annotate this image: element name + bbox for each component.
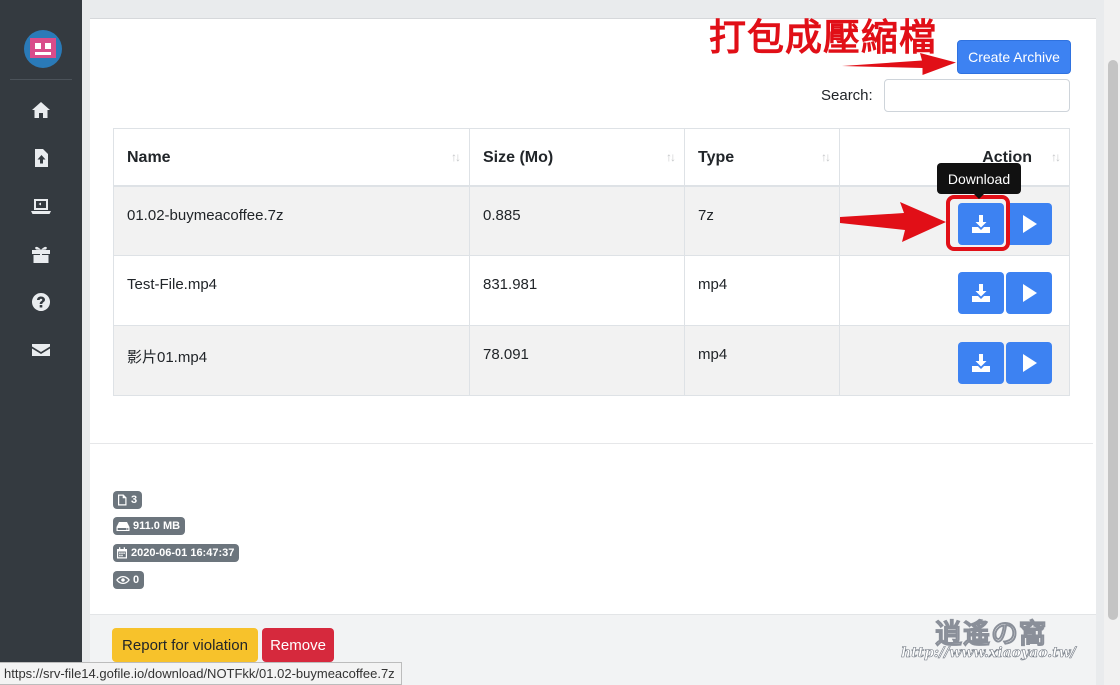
play-button[interactable]: [1006, 272, 1052, 314]
play-icon: [1023, 284, 1037, 302]
file-size: 831.981: [469, 255, 685, 326]
play-button[interactable]: [1006, 342, 1052, 384]
watermark: 逍遙の窩 http://www.xiaoyao.tw/: [901, 619, 1076, 662]
action-cell: [839, 255, 1070, 326]
report-violation-button[interactable]: Report for violation: [112, 628, 258, 662]
annotation-arrow-archive: [842, 53, 956, 75]
file-name: 影片01.mp4: [113, 325, 470, 396]
col-header-size[interactable]: Size (Mo) ↑↓: [469, 128, 685, 187]
col-header-name[interactable]: Name ↑↓: [113, 128, 470, 187]
file-count-badge: 3: [113, 491, 143, 509]
download-button[interactable]: [958, 342, 1004, 384]
table-header-row: Name ↑↓ Size (Mo) ↑↓ Type ↑↓ Action ↑↓: [113, 128, 1070, 187]
file-upload-icon[interactable]: [30, 147, 52, 169]
home-icon[interactable]: [30, 99, 52, 121]
search-label: Search:: [821, 87, 873, 104]
file-type: 7z: [684, 185, 840, 256]
sort-icon[interactable]: ↑↓: [1051, 150, 1061, 164]
views-badge: 0: [113, 571, 145, 589]
file-size: 0.885: [469, 185, 685, 256]
file-type: mp4: [684, 325, 840, 396]
file-name: 01.02-buymeacoffee.7z: [113, 185, 470, 256]
search-input[interactable]: [884, 79, 1070, 112]
table-row: 影片01.mp4 78.091 mp4: [113, 325, 1070, 396]
sidebar: [0, 0, 82, 685]
date-badge: 2020-06-01 16:47:37: [113, 544, 240, 562]
download-highlight-box: [946, 195, 1010, 251]
download-icon: [972, 284, 990, 302]
calendar-icon: [117, 547, 127, 559]
col-header-type[interactable]: Type ↑↓: [684, 128, 840, 187]
table-row: Test-File.mp4 831.981 mp4: [113, 255, 1070, 326]
question-circle-icon[interactable]: [30, 291, 52, 313]
page-scrollbar[interactable]: [1104, 0, 1120, 685]
play-icon: [1023, 354, 1037, 372]
hard-drive-icon: [116, 522, 130, 531]
scroll-thumb[interactable]: [1108, 60, 1118, 620]
total-size-badge: 911.0 MB: [113, 517, 186, 535]
file-type: mp4: [684, 255, 840, 326]
sort-icon[interactable]: ↑↓: [451, 150, 461, 164]
download-tooltip: Download: [937, 163, 1021, 194]
action-cell: [839, 325, 1070, 396]
remove-button[interactable]: Remove: [262, 628, 334, 662]
download-button[interactable]: [958, 272, 1004, 314]
site-logo[interactable]: [24, 30, 62, 68]
file-name: Test-File.mp4: [113, 255, 470, 326]
play-icon: [1023, 214, 1037, 233]
file-icon: [118, 494, 127, 506]
files-table: Name ↑↓ Size (Mo) ↑↓ Type ↑↓ Action ↑↓ 01.02…: [113, 128, 1070, 396]
status-bar-url: https://srv-file14.gofile.io/download/NO…: [0, 662, 402, 685]
gift-icon[interactable]: [30, 243, 52, 265]
create-archive-button[interactable]: Create Archive: [957, 40, 1071, 74]
eye-icon: [116, 576, 130, 584]
file-size: 78.091: [469, 325, 685, 396]
laptop-icon[interactable]: [30, 195, 52, 217]
divider: [90, 443, 1093, 444]
sort-icon[interactable]: ↑↓: [666, 150, 676, 164]
download-icon: [972, 354, 990, 372]
sort-icon[interactable]: ↑↓: [821, 150, 831, 164]
envelope-icon[interactable]: [30, 339, 52, 361]
annotation-arrow-download: [840, 202, 946, 242]
play-button[interactable]: [1006, 202, 1052, 245]
